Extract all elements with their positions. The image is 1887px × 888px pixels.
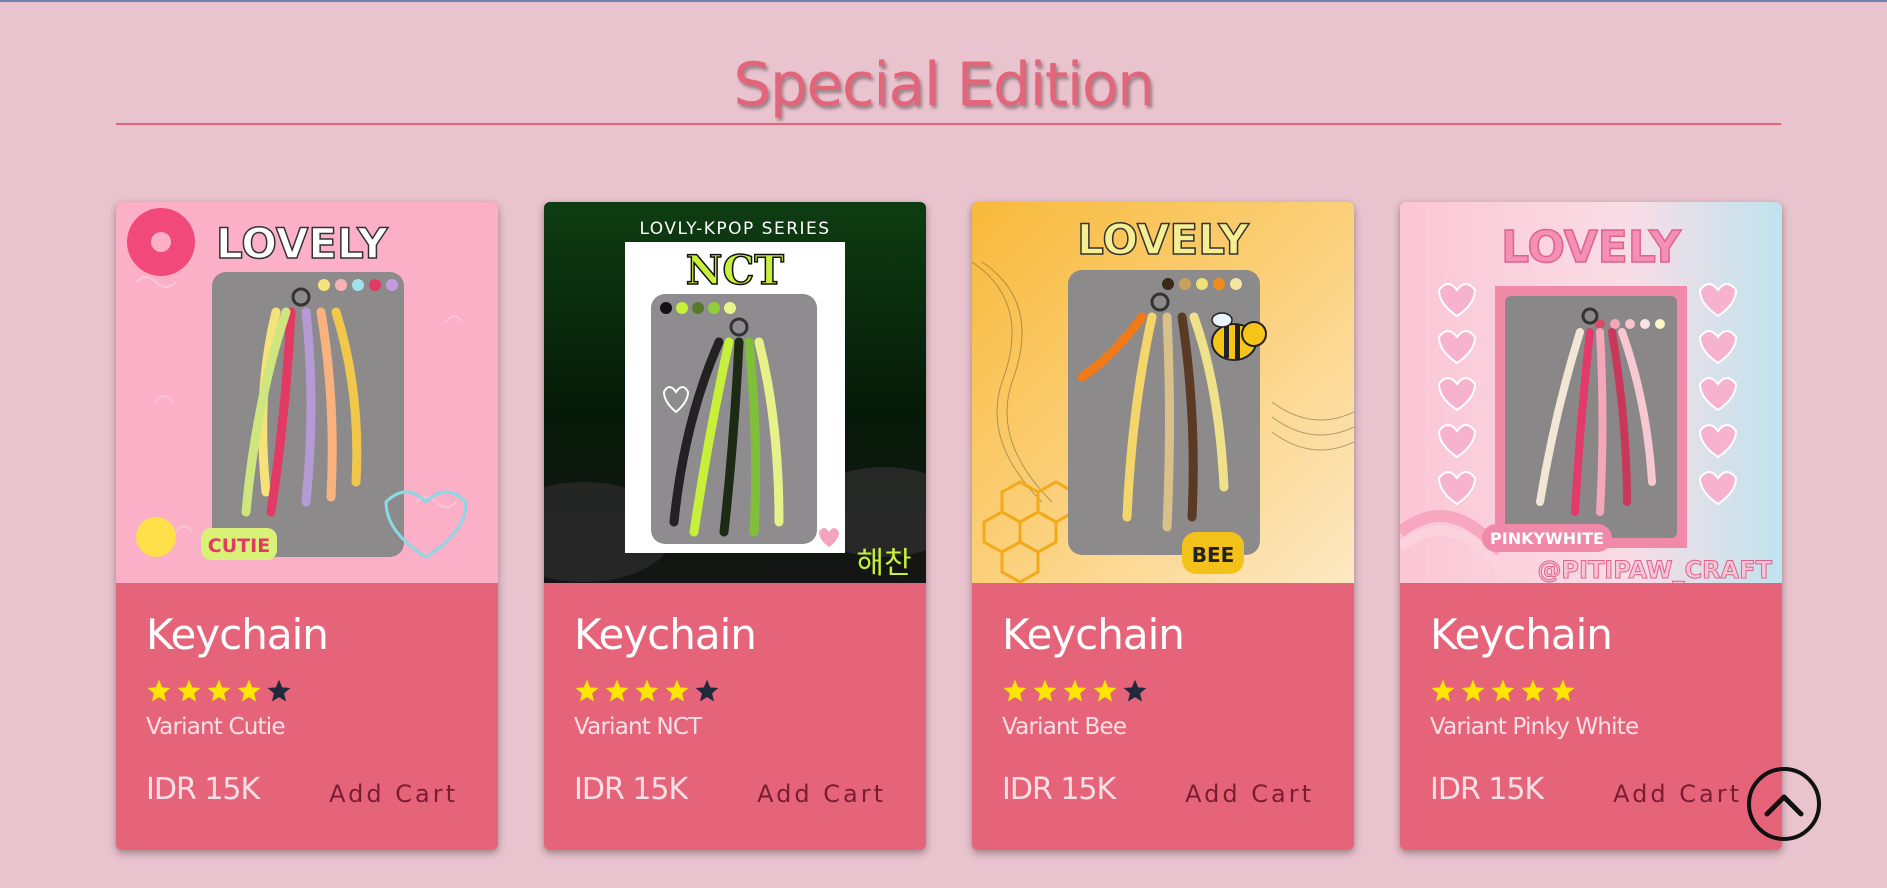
star-filled-icon [1093,679,1117,702]
chevron-up-icon [1764,794,1804,817]
rating-stars [1002,678,1148,704]
star-empty-icon [267,679,291,702]
star-filled-icon [1491,679,1515,702]
product-price: IDR 15K [1430,772,1544,807]
image-headline: LOVELY [1077,215,1249,264]
star-filled-icon [1431,679,1455,702]
star-filled-icon [1033,679,1057,702]
star-empty-icon [695,679,719,702]
product-image[interactable]: LOVELY CUTIE [116,202,498,583]
star-filled-icon [635,679,659,702]
product-image[interactable]: LOVLY-KPOP SERIES NCT 해찬 [544,202,926,583]
rating-stars [1430,678,1576,704]
product-price: IDR 15K [146,772,260,807]
rating-stars [146,678,292,704]
product-price: IDR 15K [1002,772,1116,807]
product-variant: Variant Cutie [146,714,285,740]
product-image[interactable]: LOVELY BEE [972,202,1354,583]
star-filled-icon [1551,679,1575,702]
image-tag: PINKYWHITE [1490,529,1604,548]
title-divider [116,123,1781,125]
back-to-top-button[interactable] [1747,767,1821,841]
image-handle: @PITIPAW_CRAFT [1537,556,1772,583]
product-card-cutie[interactable]: LOVELY CUTIE Keychain Variant Cutie IDR … [116,202,498,850]
add-cart-button[interactable]: Add Cart [1185,776,1314,812]
product-card-bee[interactable]: LOVELY BEE Keychain Variant Bee IDR 15K … [972,202,1354,850]
star-filled-icon [237,679,261,702]
product-title: Keychain [1002,610,1185,659]
star-filled-icon [575,679,599,702]
image-headline: LOVELY [1501,222,1682,273]
product-variant: Variant Pinky White [1430,714,1639,740]
product-card-nct[interactable]: LOVLY-KPOP SERIES NCT 해찬 Keychain Varian… [544,202,926,850]
add-cart-button[interactable]: Add Cart [1613,776,1742,812]
product-title: Keychain [146,610,329,659]
product-title: Keychain [1430,610,1613,659]
star-filled-icon [177,679,201,702]
star-filled-icon [1003,679,1027,702]
image-tag: CUTIE [208,535,270,557]
image-side-tag: 해찬 [856,546,911,581]
add-cart-button[interactable]: Add Cart [329,776,458,812]
star-filled-icon [1461,679,1485,702]
image-tag: BEE [1192,543,1235,567]
star-empty-icon [1123,679,1147,702]
star-filled-icon [605,679,629,702]
image-headline: LOVELY [216,219,388,268]
star-filled-icon [147,679,171,702]
image-headline: NCT [686,247,784,294]
product-variant: Variant NCT [574,714,702,740]
star-filled-icon [1063,679,1087,702]
image-series: LOVLY-KPOP SERIES [639,219,830,239]
product-variant: Variant Bee [1002,714,1127,740]
product-card-pinky-white[interactable]: LOVELY PINKYWHITE @PITIPAW_CRAFT Keychai… [1400,202,1782,850]
add-cart-button[interactable]: Add Cart [757,776,886,812]
star-filled-icon [1521,679,1545,702]
star-filled-icon [665,679,689,702]
star-filled-icon [207,679,231,702]
rating-stars [574,678,720,704]
section-title: Special Edition [733,50,1155,120]
product-price: IDR 15K [574,772,688,807]
product-image[interactable]: LOVELY PINKYWHITE @PITIPAW_CRAFT [1400,202,1782,583]
product-title: Keychain [574,610,757,659]
